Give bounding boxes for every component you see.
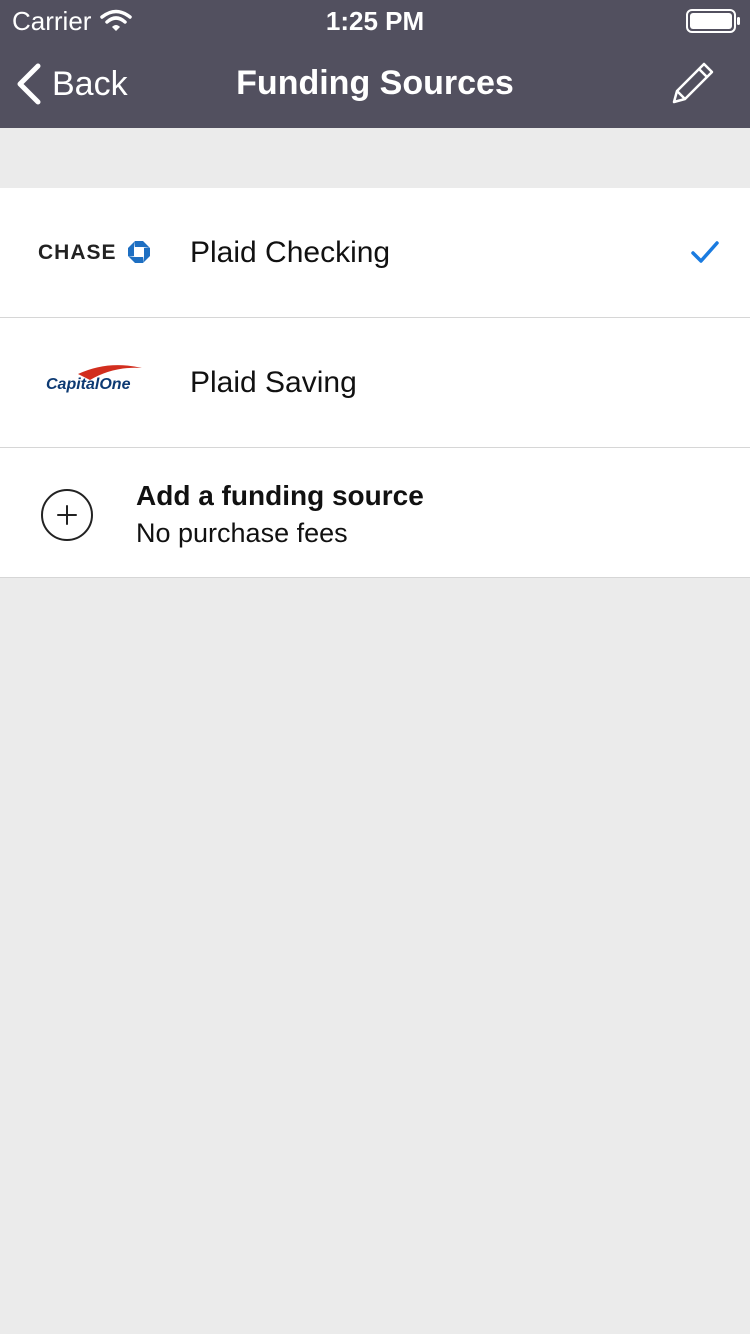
add-funding-source-subtitle: No purchase fees — [136, 518, 348, 548]
checkmark-icon — [691, 241, 719, 263]
svg-text:CHASE: CHASE — [38, 241, 117, 264]
plus-circle-icon — [41, 489, 93, 541]
status-bar: Carrier 1:25 PM — [0, 0, 750, 40]
pencil-icon[interactable] — [668, 58, 718, 108]
battery-icon — [686, 9, 740, 33]
funding-source-list: CHASE Plaid Checking CapitalOne Plaid Sa… — [0, 188, 750, 578]
svg-text:CapitalOne: CapitalOne — [46, 376, 131, 393]
funding-source-name: Plaid Checking — [190, 236, 391, 269]
page-title: Funding Sources — [236, 64, 514, 102]
funding-source-name: Plaid Saving — [190, 366, 357, 399]
add-funding-source-title: Add a funding source — [136, 480, 424, 511]
funding-source-row-saving[interactable]: CapitalOne Plaid Saving — [0, 318, 750, 448]
add-funding-source-button[interactable]: Add a funding source No purchase fees — [0, 448, 750, 578]
chase-logo: CHASE — [38, 241, 150, 264]
navigation-bar: Back Funding Sources — [0, 40, 750, 128]
capital-one-logo: CapitalOne — [46, 365, 142, 393]
status-time: 1:25 PM — [325, 6, 425, 36]
top-bar: Carrier 1:25 PM Back Funding Sources — [0, 0, 750, 128]
funding-source-row-checking[interactable]: CHASE Plaid Checking — [0, 188, 750, 318]
